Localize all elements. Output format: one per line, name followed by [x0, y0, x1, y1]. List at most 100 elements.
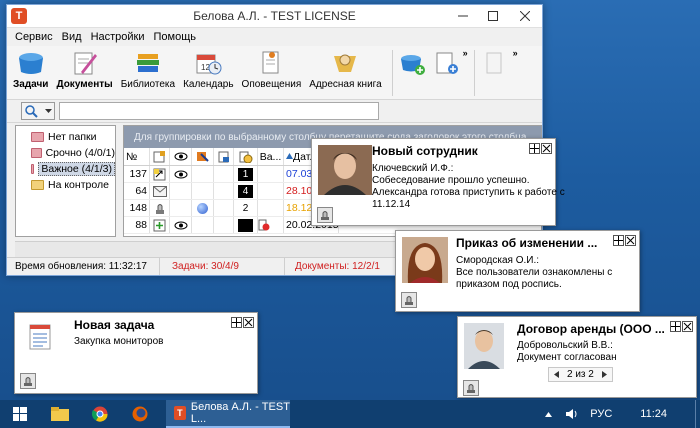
col-number-header[interactable]: №: [124, 148, 150, 165]
col-flag-header[interactable]: [192, 148, 214, 165]
folder-icon: [51, 407, 69, 421]
documents-icon: [74, 52, 97, 75]
menu-view[interactable]: Вид: [62, 31, 82, 43]
menu-bar: Сервис Вид Настройки Помощь: [7, 28, 542, 46]
eye-icon: [174, 152, 187, 161]
folder-item-no-folder[interactable]: Нет папки: [16, 129, 115, 145]
tasks-button[interactable]: Задачи: [13, 46, 48, 90]
notification-controls: [613, 235, 636, 246]
folder-icon: [31, 164, 35, 174]
row-type: [150, 217, 170, 233]
chevron-up-icon[interactable]: [545, 411, 553, 417]
notification-title: Договор аренды (ООО ...: [517, 322, 665, 336]
col-deadline-header[interactable]: [234, 148, 258, 165]
new-document-button[interactable]: [433, 46, 461, 76]
clock[interactable]: 11:24: [640, 408, 667, 420]
sort-up-icon: [286, 152, 293, 159]
search-button[interactable]: [21, 102, 55, 120]
stamp-action-button[interactable]: [20, 373, 36, 389]
notification-body: Закупка мониторов: [74, 336, 164, 347]
close-notification-button[interactable]: [243, 317, 254, 328]
close-icon: [626, 236, 635, 245]
folder-item-on-control[interactable]: На контроле: [16, 177, 115, 193]
row-number: 64: [124, 183, 150, 199]
explorer-taskbar-button[interactable]: [40, 400, 80, 428]
language-indicator[interactable]: РУС: [590, 408, 612, 420]
status-updated: Время обновления: 11:32:17: [7, 258, 160, 275]
documents-button[interactable]: Документы: [56, 46, 113, 90]
calendar-button[interactable]: 12 Календарь: [183, 46, 234, 90]
volume-icon[interactable]: [566, 408, 578, 420]
notification-body: Ключевский И.Ф.: Собеседование прошло ус…: [372, 163, 565, 210]
prev-icon[interactable]: [554, 371, 559, 378]
avatar: [318, 145, 372, 195]
search-icon: [25, 105, 38, 118]
stamp-action-button[interactable]: [317, 207, 333, 223]
folder-icon: [31, 180, 44, 190]
app-logo-icon: T: [174, 406, 186, 420]
title-bar[interactable]: T Белова А.Л. - TEST LICENSE: [7, 5, 542, 28]
col-v-header[interactable]: Ва...: [258, 148, 284, 165]
pin-button[interactable]: [231, 317, 242, 328]
col-viewed-header[interactable]: [170, 148, 192, 165]
windows-logo-icon: [13, 407, 27, 421]
next-icon[interactable]: [601, 371, 607, 378]
menu-settings[interactable]: Настройки: [91, 31, 145, 43]
search-bar: [7, 100, 542, 123]
toolbar-more-icon-2[interactable]: »: [513, 48, 518, 58]
notification-new-task[interactable]: Новая задача Закупка мониторов: [14, 312, 258, 394]
new-task-button[interactable]: [399, 46, 427, 76]
close-notification-button[interactable]: [541, 143, 552, 154]
close-button[interactable]: [508, 5, 542, 27]
stamp-action-button[interactable]: [463, 380, 479, 396]
notification-lease[interactable]: Договор аренды (ООО ... Добровольский В.…: [457, 316, 697, 398]
notification-controls: [670, 321, 693, 332]
add-document-icon: [436, 52, 458, 74]
minimize-button[interactable]: [448, 5, 478, 27]
start-button[interactable]: [0, 400, 40, 428]
pin-button[interactable]: [613, 235, 624, 246]
menu-help[interactable]: Помощь: [154, 31, 197, 43]
toolbar: Задачи Документы Библиотека 12 Календарь…: [7, 46, 542, 100]
stamp-action-button[interactable]: [401, 292, 417, 308]
status-tasks[interactable]: Задачи: 30/4/9: [160, 258, 285, 275]
eye-icon: [174, 170, 187, 178]
clock-icon: [239, 151, 252, 163]
firefox-taskbar-button[interactable]: [120, 400, 160, 428]
app-taskbar-button[interactable]: T Белова А.Л. - TEST L...: [166, 400, 290, 428]
folder-item-urgent[interactable]: Срочно (4/0/1): [16, 145, 115, 161]
pin-button[interactable]: [529, 143, 540, 154]
pin-button[interactable]: [670, 321, 681, 332]
disabled-tool-button[interactable]: [481, 46, 509, 76]
status-documents[interactable]: Документы: 12/2/1: [285, 258, 380, 275]
row-status: [192, 200, 214, 216]
row-number: 148: [124, 200, 150, 216]
col-comments-header[interactable]: [214, 148, 234, 165]
search-input[interactable]: [59, 102, 379, 120]
close-notification-button[interactable]: [682, 321, 693, 332]
tasks-icon: [18, 53, 43, 74]
folder-item-important[interactable]: Важное (4/1/3): [16, 161, 115, 177]
notifications-button[interactable]: Оповещения: [242, 46, 301, 90]
menu-service[interactable]: Сервис: [15, 31, 53, 43]
chrome-taskbar-button[interactable]: [80, 400, 120, 428]
notification-order-change[interactable]: Приказ об изменении ... Смородская О.И.:…: [395, 230, 640, 312]
maximize-button[interactable]: [478, 5, 508, 27]
task-arrow-icon: [153, 168, 166, 180]
blank-document-icon: [486, 52, 502, 74]
address-book-button[interactable]: Адресная книга: [309, 46, 382, 90]
task-document-icon: [29, 323, 53, 351]
col-type-header[interactable]: [150, 148, 170, 165]
notification-title: Новая задача: [74, 318, 155, 332]
pin-icon: [671, 322, 680, 331]
library-button[interactable]: Библиотека: [121, 46, 175, 90]
row-number: 88: [124, 217, 150, 233]
notification-new-employee[interactable]: Новый сотрудник Ключевский И.Ф.: Собесед…: [311, 138, 565, 226]
toolbar-more-icon[interactable]: »: [463, 48, 468, 58]
taskbar-task-label: Белова А.Л. - TEST L...: [190, 401, 290, 425]
avatar: [464, 323, 504, 369]
notification-body: Добровольский В.В.: Документ согласован: [517, 340, 617, 363]
show-desktop-button[interactable]: [695, 400, 700, 428]
close-notification-button[interactable]: [625, 235, 636, 246]
app-logo-icon: T: [11, 8, 27, 24]
